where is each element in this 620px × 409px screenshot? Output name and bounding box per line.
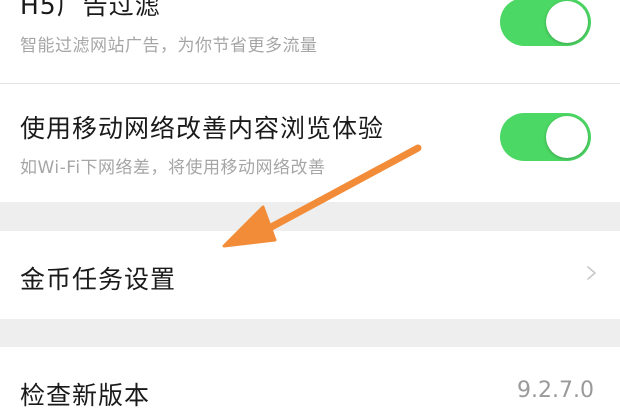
section-gap [0, 202, 620, 231]
mobile-network-toggle[interactable] [500, 113, 591, 161]
check-version-row[interactable]: 检查新版本 9.2.7.0 [0, 347, 620, 409]
ad-filter-toggle-knob [546, 1, 588, 43]
ad-filter-subtitle: 智能过滤网站广告，为你节省更多流量 [20, 36, 318, 56]
mobile-network-title: 使用移动网络改善内容浏览体验 [20, 114, 385, 143]
ad-filter-row[interactable]: H5广告过滤 智能过滤网站广告，为你节省更多流量 [0, 0, 620, 82]
coin-tasks-title: 金币任务设置 [20, 265, 177, 294]
section-gap [0, 319, 620, 347]
ad-filter-title: H5广告过滤 [20, 0, 161, 20]
ad-filter-toggle[interactable] [500, 0, 591, 46]
chevron-right-icon [587, 266, 596, 280]
mobile-network-toggle-knob [546, 116, 588, 158]
check-version-title: 检查新版本 [20, 381, 151, 409]
mobile-network-subtitle: 如Wi-Fi下网络差，将使用移动网络改善 [20, 158, 326, 178]
settings-screen: H5广告过滤 智能过滤网站广告，为你节省更多流量 使用移动网络改善内容浏览体验 … [0, 0, 620, 409]
version-number: 9.2.7.0 [517, 378, 594, 403]
mobile-network-row[interactable]: 使用移动网络改善内容浏览体验 如Wi-Fi下网络差，将使用移动网络改善 [0, 84, 620, 202]
coin-tasks-row[interactable]: 金币任务设置 [0, 231, 620, 319]
